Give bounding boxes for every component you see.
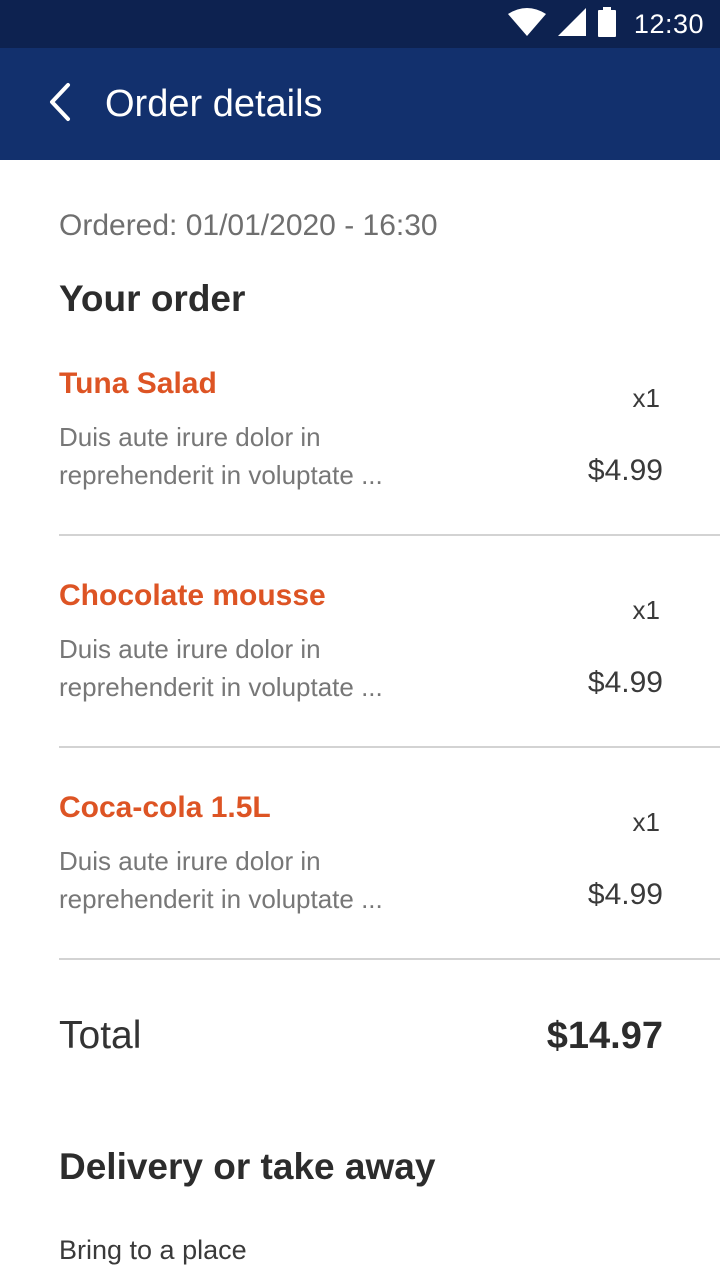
page-title: Order details — [105, 83, 323, 125]
item-price: $4.99 — [587, 454, 663, 487]
total-value: $14.97 — [546, 1015, 663, 1057]
item-name: Coca-cola 1.5L — [59, 791, 271, 824]
ordered-date: Ordered: 01/01/2020 - 16:30 — [59, 209, 438, 242]
status-time: 12:30 — [633, 8, 704, 39]
order-details-content: Ordered: 01/01/2020 - 16:30 Your order T… — [0, 160, 720, 1280]
item-price: $4.99 — [587, 878, 663, 911]
item-quantity: x1 — [632, 383, 660, 413]
item-price: $4.99 — [587, 666, 663, 699]
divider — [59, 958, 720, 960]
order-item[interactable]: Tuna Salad x1 Duis aute irure dolor in r… — [0, 362, 720, 574]
divider — [59, 534, 720, 536]
cell-signal-icon — [557, 7, 586, 41]
battery-icon — [597, 6, 616, 42]
your-order-heading: Your order — [59, 278, 246, 319]
item-quantity: x1 — [632, 595, 660, 625]
wifi-icon — [507, 7, 546, 41]
back-button[interactable] — [32, 76, 88, 132]
item-description-line: reprehenderit in voluptate ... — [59, 460, 383, 490]
divider — [59, 746, 720, 748]
item-description-line: reprehenderit in voluptate ... — [59, 884, 383, 914]
item-name: Chocolate mousse — [59, 579, 326, 612]
item-name: Tuna Salad — [59, 367, 217, 400]
item-description-line: Duis aute irure dolor in — [59, 422, 321, 452]
app-bar: Order details — [0, 48, 720, 160]
item-description-line: reprehenderit in voluptate ... — [59, 672, 383, 702]
item-quantity: x1 — [632, 807, 660, 837]
total-label: Total — [59, 1014, 142, 1057]
delivery-option-bring-to-place[interactable]: Bring to a place — [59, 1230, 247, 1270]
item-description: Duis aute irure dolor in reprehenderit i… — [59, 418, 479, 494]
order-item[interactable]: Coca-cola 1.5L x1 Duis aute irure dolor … — [0, 786, 720, 998]
item-description: Duis aute irure dolor in reprehenderit i… — [59, 842, 479, 918]
delivery-heading: Delivery or take away — [59, 1146, 436, 1187]
order-item[interactable]: Chocolate mousse x1 Duis aute irure dolo… — [0, 574, 720, 786]
status-icons: 12:30 — [507, 0, 704, 48]
item-description-line: Duis aute irure dolor in — [59, 846, 321, 876]
item-description-line: Duis aute irure dolor in — [59, 634, 321, 664]
chevron-left-icon — [48, 82, 72, 127]
status-bar: 12:30 — [0, 0, 720, 48]
item-description: Duis aute irure dolor in reprehenderit i… — [59, 630, 479, 706]
